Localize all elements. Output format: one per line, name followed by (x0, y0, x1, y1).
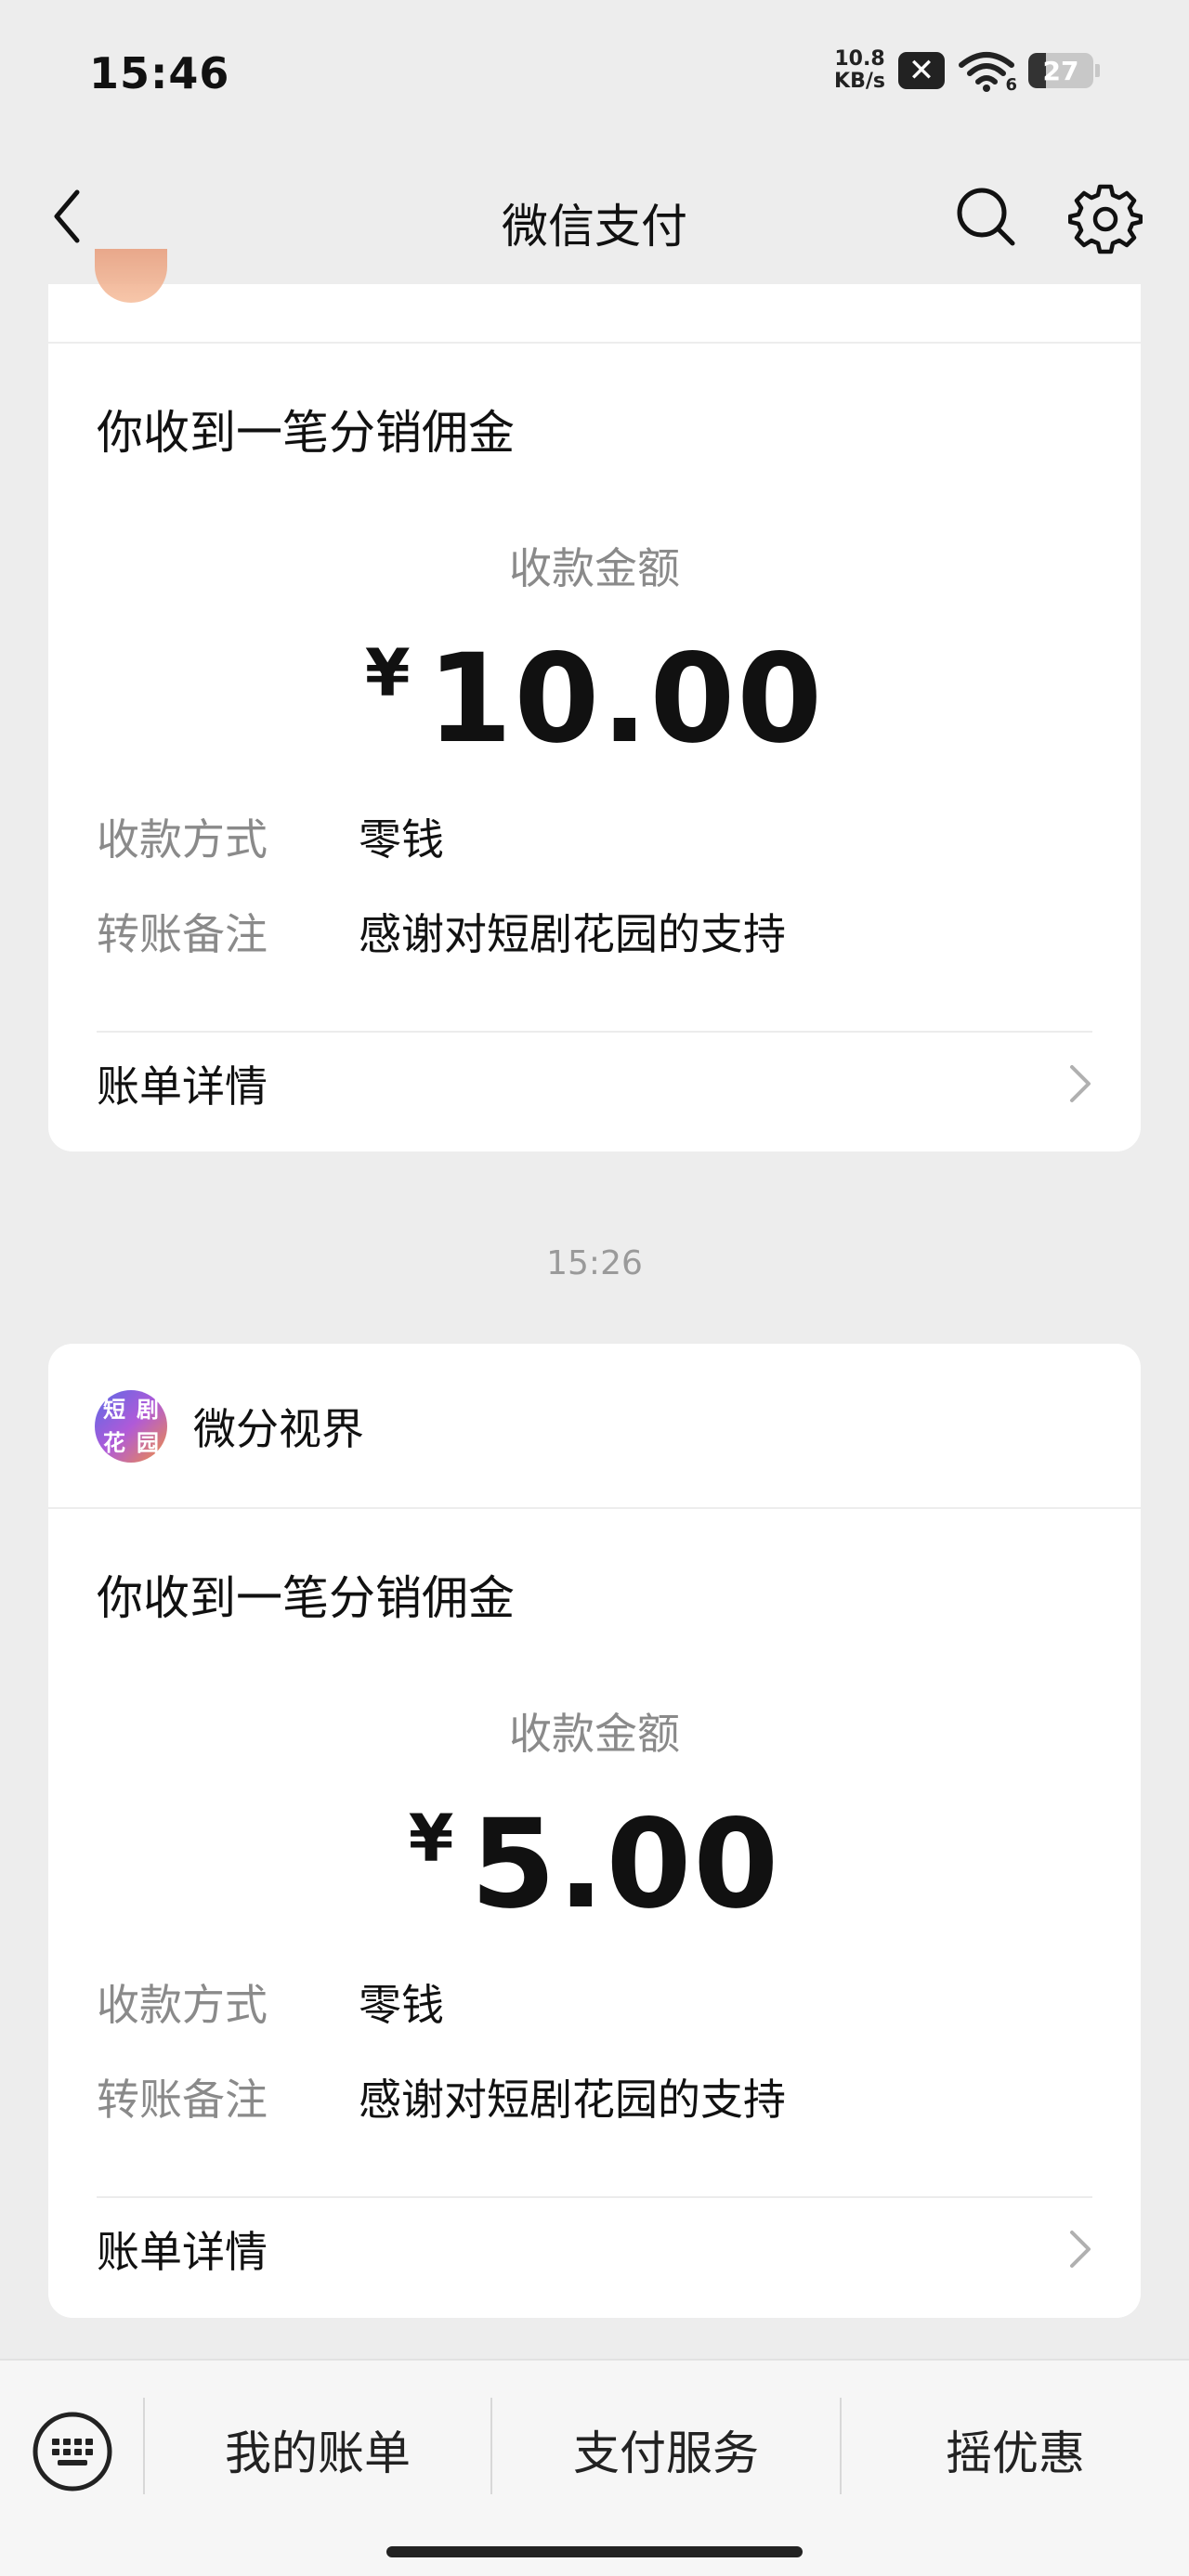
currency-symbol: ¥ (408, 1801, 454, 1877)
remark-label: 转账备注 (97, 2075, 268, 2125)
currency-symbol: ¥ (364, 635, 411, 711)
bill-detail-label: 账单详情 (97, 2227, 268, 2277)
remark-label: 转账备注 (97, 909, 268, 959)
battery-tip (1095, 64, 1100, 77)
payment-method-value: 零钱 (359, 1980, 444, 2030)
logo-char: 园 (137, 1430, 159, 1456)
settings-button[interactable] (1067, 182, 1143, 256)
home-indicator (386, 2546, 803, 2557)
amount: ¥5.00 (48, 1793, 1141, 1936)
bill-detail-link[interactable]: 账单详情 (97, 2198, 1092, 2300)
payment-method-row: 收款方式 零钱 (97, 1971, 444, 2033)
sender-header[interactable]: 短 剧 花 园 微分视界 (95, 1390, 364, 1463)
status-bar: 15:46 10.8 KB/s ✕ 6 27 (0, 0, 1189, 149)
logo-char: 短 (103, 1397, 125, 1423)
payment-message-card: 短 剧 花 园 微分视界 你收到一笔分销佣金 收款金额 ¥5.00 收款方式 零… (48, 1344, 1141, 2318)
remark-row: 转账备注 感谢对短剧花园的支持 (97, 2066, 786, 2127)
menu-payment-services[interactable]: 支付服务 (492, 2407, 840, 2492)
wifi-icon: 6 (958, 48, 1017, 95)
network-speed-unit: KB/s (834, 70, 885, 93)
amount-value: 10.00 (426, 628, 825, 771)
menu-my-bills[interactable]: 我的账单 (145, 2407, 490, 2492)
search-button[interactable] (951, 182, 1022, 253)
sender-logo (95, 249, 167, 303)
bottom-menu-bar: 我的账单 支付服务 摇优惠 (0, 2359, 1189, 2576)
card-divider (48, 1507, 1141, 1509)
amount-label: 收款金额 (509, 543, 680, 593)
payment-method-value: 零钱 (359, 814, 444, 865)
status-time: 15:46 (89, 48, 230, 98)
payment-method-label: 收款方式 (97, 1980, 268, 2030)
keyboard-icon (33, 2412, 112, 2491)
chevron-right-icon (1070, 2231, 1091, 2268)
sender-name: 微分视界 (193, 1404, 364, 1454)
card-title: 你收到一笔分销佣金 (97, 1571, 515, 1625)
menu-shake-discounts[interactable]: 摇优惠 (842, 2407, 1189, 2492)
logo-char: 花 (103, 1430, 125, 1456)
bill-detail-link[interactable]: 账单详情 (97, 1033, 1092, 1135)
remark-value: 感谢对短剧花园的支持 (359, 909, 786, 959)
payment-message-card: 你收到一笔分销佣金 收款金额 ¥10.00 收款方式 零钱 转账备注 感谢对短剧… (48, 249, 1141, 1151)
battery-icon: 27 (1028, 53, 1093, 88)
network-speed: 10.8 KB/s (834, 48, 885, 93)
gear-icon (1067, 184, 1143, 254)
remark-value: 感谢对短剧花园的支持 (359, 2075, 786, 2125)
message-timestamp: 15:26 (546, 1244, 643, 1282)
search-icon (957, 188, 1015, 246)
status-icons: 10.8 KB/s ✕ 6 27 (834, 45, 1100, 97)
card-title: 你收到一笔分销佣金 (97, 406, 515, 460)
card-divider (48, 342, 1141, 344)
sender-logo: 短 剧 花 园 (95, 1390, 167, 1463)
amount-label: 收款金额 (509, 1709, 680, 1759)
bill-detail-label: 账单详情 (97, 1061, 268, 1112)
x-notification-icon: ✕ (898, 52, 945, 89)
keyboard-toggle-button[interactable] (30, 2409, 115, 2494)
chevron-right-icon (1070, 1065, 1091, 1102)
nav-bar: 微信支付 (0, 149, 1189, 284)
payment-method-row: 收款方式 零钱 (97, 806, 444, 867)
wifi-label: 6 (1005, 75, 1017, 95)
payment-method-label: 收款方式 (97, 814, 268, 865)
remark-row: 转账备注 感谢对短剧花园的支持 (97, 901, 786, 962)
logo-char: 剧 (137, 1397, 159, 1423)
amount-value: 5.00 (470, 1793, 781, 1936)
amount: ¥10.00 (48, 628, 1141, 771)
battery-level: 27 (1042, 55, 1079, 86)
network-speed-value: 10.8 (834, 47, 885, 71)
